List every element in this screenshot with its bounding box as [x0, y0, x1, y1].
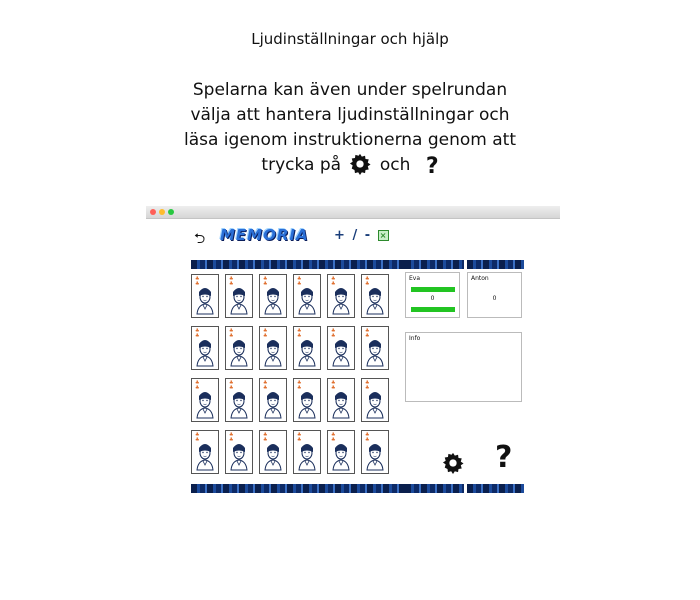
memory-card[interactable]: ♣ ♣: [361, 326, 389, 370]
increase-board-button[interactable]: +: [334, 228, 345, 243]
card-board: ♣ ♣ ♣ ♣ ♣ ♣ ♣ ♣ ♣ ♣ ♣ ♣ ♣ ♣ ♣ ♣ ♣ ♣ ♣ ♣ ♣ ♣ ♣ ♣ ♣ ♣ ♣ ♣ ♣ ♣ ♣ ♣ ♣ ♣ ♣ ♣ ♣ ♣ ♣ ♣…: [191, 274, 389, 478]
player-banner-bottom-1: [405, 484, 464, 493]
memory-card[interactable]: ♣ ♣: [191, 274, 219, 318]
window-zoom-button[interactable]: [168, 209, 174, 215]
reset-board-button[interactable]: ×: [377, 230, 389, 241]
memory-card[interactable]: ♣ ♣: [191, 326, 219, 370]
board-size-controls: + / - ×: [334, 228, 392, 243]
intro-line-4-after: och: [379, 155, 411, 175]
player-score: 0: [430, 295, 435, 302]
player-banner-top-2: [467, 260, 524, 269]
intro-line-3: läsa igenom instruktionerna genom att: [183, 130, 516, 150]
player-banner-top-1: [405, 260, 464, 269]
memory-card[interactable]: ♣ ♣: [293, 430, 321, 474]
memory-card[interactable]: ♣ ♣: [361, 378, 389, 422]
memory-card[interactable]: ♣ ♣: [293, 274, 321, 318]
info-panel: Info: [405, 332, 522, 402]
memory-card[interactable]: ♣ ♣: [327, 430, 355, 474]
memory-card[interactable]: ♣ ♣: [361, 274, 389, 318]
board-banner-top: [191, 260, 405, 269]
question-icon: ?: [425, 154, 439, 179]
score-bar-bottom: [411, 307, 455, 312]
player-score: 0: [492, 295, 497, 302]
intro-line-1: Spelarna kan även under spelrundan: [192, 80, 508, 100]
memory-card[interactable]: ♣ ♣: [259, 430, 287, 474]
gear-icon[interactable]: [442, 452, 464, 474]
memory-card[interactable]: ♣ ♣: [327, 326, 355, 370]
memory-card[interactable]: ♣ ♣: [259, 274, 287, 318]
info-label: Info: [409, 335, 421, 342]
memory-card[interactable]: ♣ ♣: [225, 430, 253, 474]
memory-card[interactable]: ♣ ♣: [293, 378, 321, 422]
memory-card[interactable]: ♣ ♣: [259, 378, 287, 422]
player-banner-bottom-2: [467, 484, 524, 493]
player-name: Eva: [409, 275, 421, 282]
player-card-anton: Anton 0: [467, 272, 522, 318]
game-window: ⮌ MEMORIA + / - × ♣ ♣ ♣ ♣ ♣ ♣ ♣ ♣ ♣ ♣ ♣ ♣ ♣ ♣ ♣ ♣ ♣ ♣ ♣ ♣ ♣ ♣…: [146, 206, 560, 506]
memory-card[interactable]: ♣ ♣: [191, 378, 219, 422]
memory-card[interactable]: ♣ ♣: [225, 378, 253, 422]
intro-text: Spelarna kan även under spelrundan välja…: [0, 78, 700, 179]
memory-card[interactable]: ♣ ♣: [361, 430, 389, 474]
player-card-eva: Eva 0: [405, 272, 460, 318]
memory-card[interactable]: ♣ ♣: [327, 274, 355, 318]
size-separator: /: [352, 228, 358, 243]
decrease-board-button[interactable]: -: [365, 228, 370, 243]
back-icon[interactable]: ⮌: [194, 228, 205, 252]
intro-line-4: trycka på och ?: [0, 153, 700, 179]
intro-line-4-before: trycka på: [261, 155, 342, 175]
memory-card[interactable]: ♣ ♣: [191, 430, 219, 474]
intro-title: Ljudinställningar och hjälp: [251, 30, 449, 48]
memory-card[interactable]: ♣ ♣: [225, 274, 253, 318]
window-close-button[interactable]: [150, 209, 156, 215]
board-banner-bottom: [191, 484, 405, 493]
window-titlebar: [146, 206, 560, 219]
intro-line-2: välja att hantera ljudinställningar och: [190, 105, 510, 125]
memory-card[interactable]: ♣ ♣: [293, 326, 321, 370]
player-name: Anton: [471, 275, 489, 282]
memoria-logo: MEMORIA: [220, 226, 309, 244]
memory-card[interactable]: ♣ ♣: [327, 378, 355, 422]
question-icon[interactable]: ?: [495, 441, 512, 475]
memory-card[interactable]: ♣ ♣: [259, 326, 287, 370]
gear-icon: [350, 153, 372, 175]
window-minimize-button[interactable]: [159, 209, 165, 215]
score-bar-top: [411, 287, 455, 292]
memory-card[interactable]: ♣ ♣: [225, 326, 253, 370]
